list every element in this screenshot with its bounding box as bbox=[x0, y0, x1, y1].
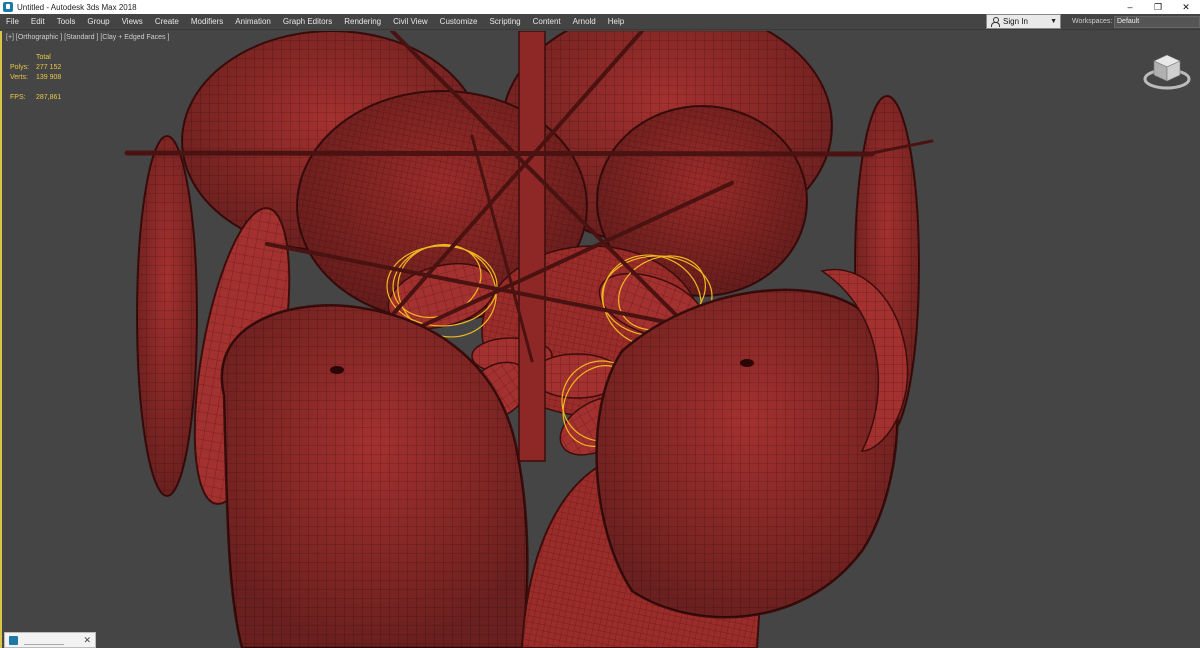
title-bar: Untitled - Autodesk 3ds Max 2018 – ❐ ✕ bbox=[0, 0, 1200, 14]
close-icon[interactable]: ✕ bbox=[83, 635, 91, 646]
app-logo-icon bbox=[3, 2, 13, 12]
stats-polys-row: Polys: 277 152 bbox=[10, 63, 61, 73]
workspaces-label: Workspaces: bbox=[1072, 18, 1113, 25]
mini-listener-field[interactable] bbox=[24, 636, 64, 645]
menu-create[interactable]: Create bbox=[149, 14, 185, 30]
viewport-scene[interactable] bbox=[2, 31, 1200, 648]
menu-content[interactable]: Content bbox=[527, 14, 567, 30]
sign-in-dropdown[interactable]: Sign In ▼ bbox=[986, 14, 1061, 29]
fps-label: FPS: bbox=[10, 94, 26, 101]
workspace-select[interactable]: Default bbox=[1114, 16, 1200, 28]
user-icon bbox=[990, 17, 1000, 27]
verts-label: Verts: bbox=[10, 74, 28, 81]
menu-rendering[interactable]: Rendering bbox=[338, 14, 387, 30]
menu-civil-view[interactable]: Civil View bbox=[387, 14, 434, 30]
restore-button[interactable]: ❐ bbox=[1144, 0, 1172, 14]
viewport-label[interactable]: [+] [Orthographic ] [Standard ] [Clay + … bbox=[6, 34, 169, 41]
chevron-down-icon: ▼ bbox=[1050, 18, 1057, 25]
menu-graph-editors[interactable]: Graph Editors bbox=[277, 14, 338, 30]
stats-verts-row: Verts: 139 908 bbox=[10, 73, 61, 83]
polys-label: Polys: bbox=[10, 64, 30, 71]
fps-value: 287,861 bbox=[36, 94, 62, 101]
stats-header: Total bbox=[36, 54, 51, 61]
menu-modifiers[interactable]: Modifiers bbox=[185, 14, 229, 30]
verts-value: 139 908 bbox=[36, 74, 62, 81]
sign-in-label: Sign In bbox=[1003, 17, 1028, 26]
stats-fps-row: FPS: 287,861 bbox=[10, 93, 61, 103]
minimize-button[interactable]: – bbox=[1116, 0, 1144, 14]
menu-file[interactable]: File bbox=[0, 14, 25, 30]
menu-customize[interactable]: Customize bbox=[434, 14, 484, 30]
menu-views[interactable]: Views bbox=[116, 14, 149, 30]
mini-listener[interactable]: ✕ bbox=[4, 632, 96, 648]
viewport[interactable]: [+] [Orthographic ] [Standard ] [Clay + … bbox=[0, 31, 1200, 648]
menu-tools[interactable]: Tools bbox=[51, 14, 82, 30]
menu-edit[interactable]: Edit bbox=[25, 14, 51, 30]
close-button[interactable]: ✕ bbox=[1172, 0, 1200, 14]
polys-value: 277 152 bbox=[36, 64, 62, 71]
window-controls: – ❐ ✕ bbox=[1116, 0, 1200, 14]
menu-arnold[interactable]: Arnold bbox=[567, 14, 602, 30]
menu-help[interactable]: Help bbox=[602, 14, 630, 30]
viewport-statistics: Total Polys: 277 152 Verts: 139 908 FPS:… bbox=[10, 53, 61, 103]
menu-group[interactable]: Group bbox=[81, 14, 115, 30]
menu-animation[interactable]: Animation bbox=[229, 14, 277, 30]
viewcube-icon[interactable] bbox=[1142, 49, 1192, 91]
maxscript-icon bbox=[9, 635, 18, 645]
window-title: Untitled - Autodesk 3ds Max 2018 bbox=[17, 2, 137, 12]
menu-bar: File Edit Tools Group Views Create Modif… bbox=[0, 14, 1200, 30]
menu-scripting[interactable]: Scripting bbox=[483, 14, 526, 30]
